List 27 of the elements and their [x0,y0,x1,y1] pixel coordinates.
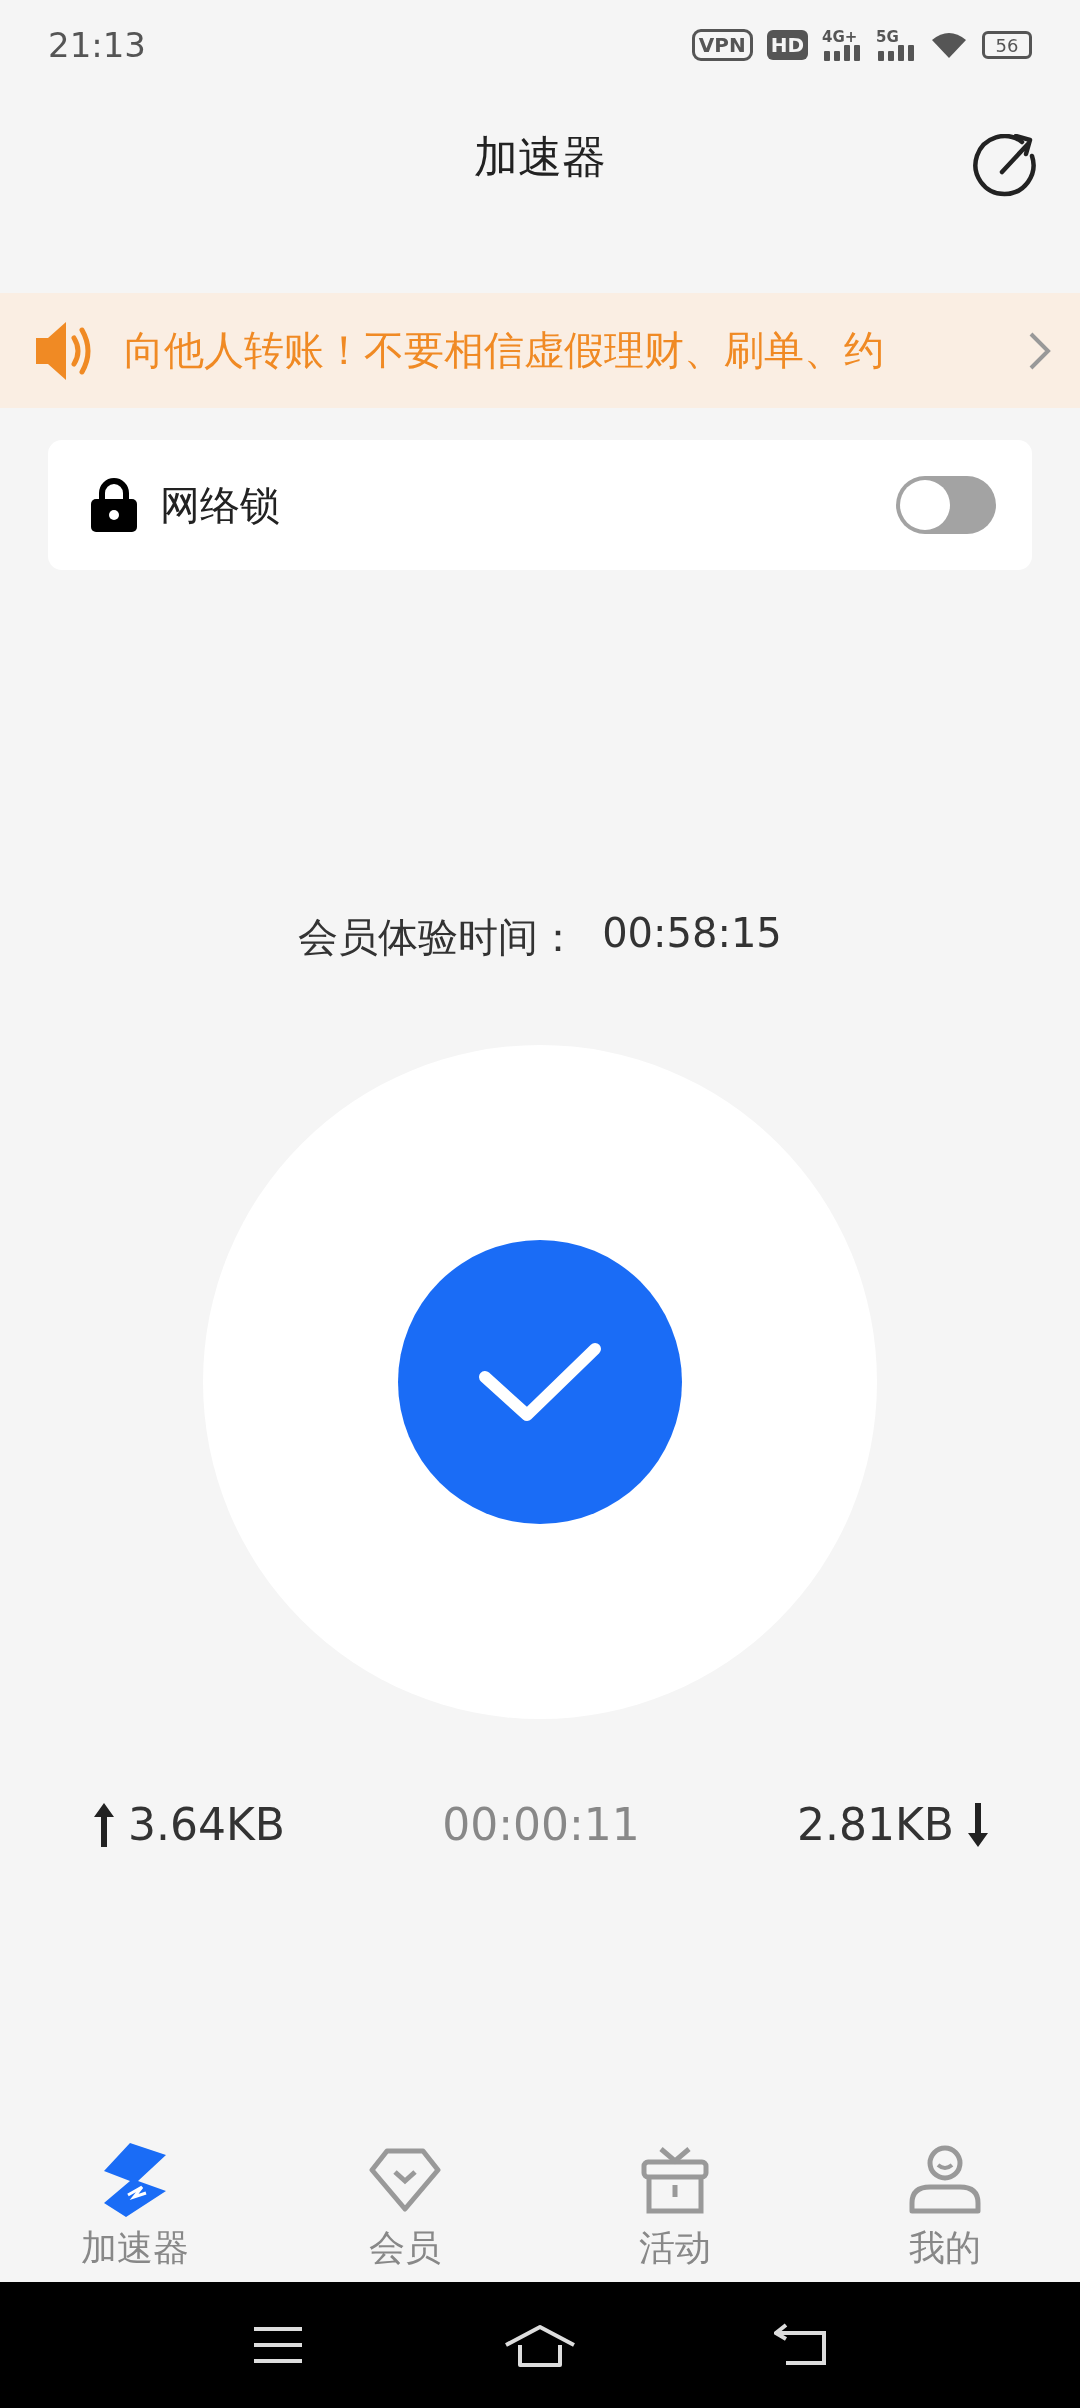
signal-indicator: 5G [876,29,916,61]
hd-indicator: HD [766,30,808,60]
nav-tab[interactable]: 加速器 [0,2120,270,2282]
nav-tab[interactable]: 活动 [540,2120,810,2282]
user-icon [908,2145,982,2215]
battery-indicator: 56 [982,31,1032,59]
trial-label: 会员体验时间： [298,913,579,962]
diamond-icon [369,2148,441,2212]
upload-arrow-icon [94,1802,114,1847]
page-title: 加速器 [474,130,606,184]
upload-amount: 3.64KB [128,1799,285,1850]
nav-tab[interactable]: 我的 [810,2120,1080,2282]
download-amount: 2.81KB [797,1799,954,1850]
home-icon[interactable] [504,2323,576,2367]
network-lock-toggle[interactable] [896,476,996,534]
network-lock-label: 网络锁 [160,480,280,530]
wifi-icon [930,30,968,60]
gift-icon [641,2145,709,2215]
vpn-indicator: VPN [691,29,753,61]
status-time: 21:13 [48,25,146,65]
download-arrow-icon [968,1802,988,1847]
trial-countdown: 00:58:15 [602,910,782,958]
signal-indicator: 4G+ [822,29,862,61]
nav-tab[interactable]: 会员 [270,2120,540,2282]
menu-icon[interactable] [252,2325,304,2365]
connection-duration: 00:00:11 [441,1799,641,1850]
lock-icon [90,477,138,533]
